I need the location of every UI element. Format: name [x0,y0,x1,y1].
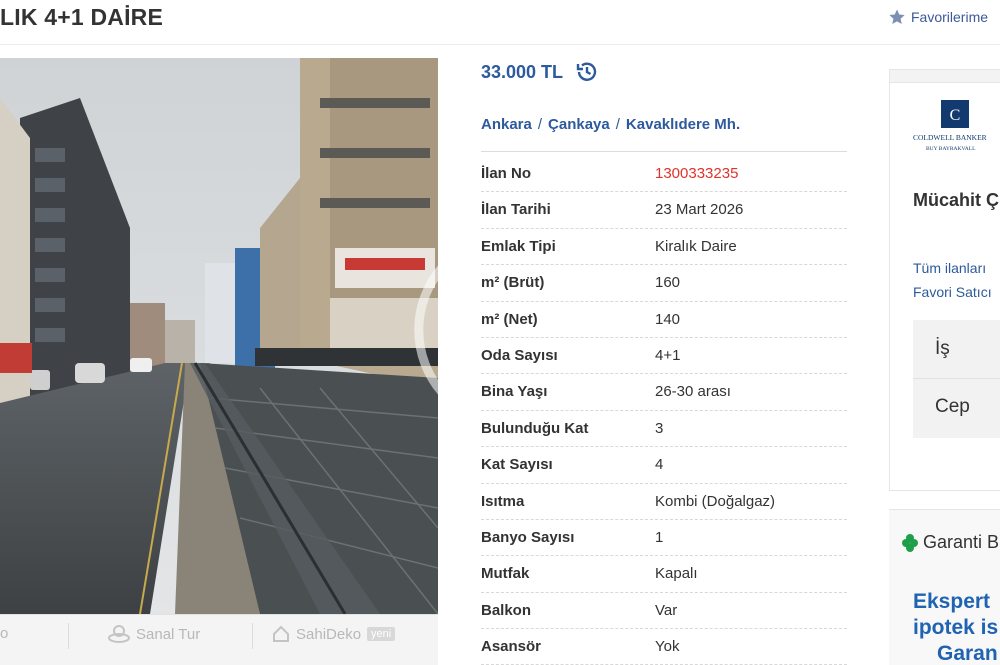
detail-label: İlan Tarihi [481,201,551,219]
favorite-seller-link[interactable]: Favori Satıcı [913,284,992,300]
price: 33.000 TL [481,61,564,82]
detail-value: Kiralık Daire [655,237,737,255]
detail-row: Bina Yaşı 26-30 arası [481,374,847,411]
detail-label: Isıtma [481,492,525,510]
street-photo-illustration [0,58,438,614]
phone-mobile-label: Cep [935,396,970,417]
toolbar-divider [252,623,253,649]
advertisement-banner[interactable]: Garanti B Ekspert ipotek is Garan [889,509,1000,665]
detail-label: Banyo Sayısı [481,528,575,546]
detail-value: 26-30 arası [655,383,731,401]
breadcrumb-city[interactable]: Ankara [481,116,532,133]
sahideko-label: SahiDeko [296,625,362,643]
detail-row: m² (Net) 140 [481,302,847,338]
virtual-tour-icon [108,625,130,643]
detail-value: 3 [655,419,664,437]
detail-row: Bulunduğu Kat 3 [481,411,847,448]
favorites-label: Favorilerime [911,9,989,25]
detail-label: Mutfak [481,565,530,583]
bank-name: Garanti B [923,532,1000,552]
detail-label: İlan No [481,165,532,182]
ad-line-2: ipotek is [913,616,999,639]
phone-box: İş Cep [913,320,1000,438]
sahideko-button[interactable]: SahiDeko yeni [272,625,396,643]
virtual-tour-button[interactable]: Sanal Tur [108,625,200,643]
photo-toolbar: o Sanal Tur SahiDeko yeni [0,614,438,665]
clover-icon [902,533,918,552]
detail-row: Kat Sayısı 4 [481,447,847,484]
ad-line-1: Ekspert [913,590,991,613]
detail-row: İlan No 1300333235 [481,156,847,193]
detail-value: Kapalı [655,565,698,583]
price-history-icon[interactable] [575,60,599,84]
detail-label: m² (Net) [481,310,538,328]
svg-text:C: C [950,107,961,124]
detail-label: Balkon [481,601,532,619]
detail-value: 140 [655,310,681,328]
new-badge: yeni [367,627,396,641]
listing-header: LIK 4+1 DAİRE Favorilerime [0,0,1000,45]
listing-details-table: İlan No 1300333235 İlan Tarihi 23 Mart 2026… [481,156,847,665]
detail-value: 23 Mart 2026 [655,201,744,219]
detail-row: Isıtma Kombi (Doğalgaz) [481,484,847,520]
price-row: 33.000 TL [481,60,599,84]
detail-row: İlan Tarihi 23 Mart 2026 [481,192,847,229]
detail-value: 1 [655,528,664,546]
breadcrumb-district[interactable]: Çankaya [548,116,610,133]
breadcrumb-neighborhood[interactable]: Kavaklıdere Mh. [626,116,740,133]
detail-label: m² (Brüt) [481,274,545,292]
detail-row: Balkon Var [481,593,847,630]
detail-value: 4 [655,456,664,474]
seller-name: Mücahit Ç [913,190,1000,210]
detail-row: Mutfak Kapalı [481,556,847,593]
detail-value: 160 [655,274,681,292]
favorites-link[interactable]: Favorilerime [888,8,988,26]
detail-label: Oda Sayısı [481,346,558,364]
detail-row: Banyo Sayısı 1 [481,520,847,557]
detail-label: Bina Yaşı [481,383,548,401]
seller-card-header [890,70,1000,83]
logo-brand: COLDWELL BANKER [913,133,987,142]
video-button[interactable]: o [0,625,8,642]
listing-title: LIK 4+1 DAİRE [0,4,164,30]
detail-value: Var [655,601,678,619]
seller-card: C COLDWELL BANKER BUY BAYRAKVALL Mücahit… [889,69,1000,491]
detail-value: Yok [655,638,680,656]
video-label: o [0,625,9,642]
detail-label: Asansör [481,638,542,656]
detail-value: Kombi (Doğalgaz) [655,492,776,510]
detail-label: Emlak Tipi [481,237,556,255]
detail-row: m² (Brüt) 160 [481,265,847,302]
virtual-tour-label: Sanal Tur [136,625,201,643]
divider [481,151,847,152]
detail-label: Kat Sayısı [481,456,553,474]
listing-number: 1300333235 [655,165,739,182]
all-listings-link[interactable]: Tüm ilanları [913,260,986,276]
ad-line-3: Garan [937,642,998,665]
home-icon [273,625,289,642]
coldwell-banker-logo[interactable]: C COLDWELL BANKER BUY BAYRAKVALL [912,100,1000,152]
logo-sub: BUY BAYRAKVALL [926,146,976,152]
detail-value: 4+1 [655,346,681,364]
detail-row: Oda Sayısı 4+1 [481,338,847,375]
star-icon [889,9,905,25]
location-breadcrumb: Ankara / Çankaya / Kavaklıdere Mh. [481,116,741,133]
garanti-logo: Garanti B [901,532,999,553]
detail-label: Bulunduğu Kat [481,419,589,437]
detail-row: Emlak Tipi Kiralık Daire [481,229,847,266]
phone-work-label: İş [935,338,950,359]
divider [913,378,1000,379]
listing-photo[interactable] [0,58,438,614]
toolbar-divider [68,623,69,649]
detail-row: Asansör Yok [481,629,847,665]
